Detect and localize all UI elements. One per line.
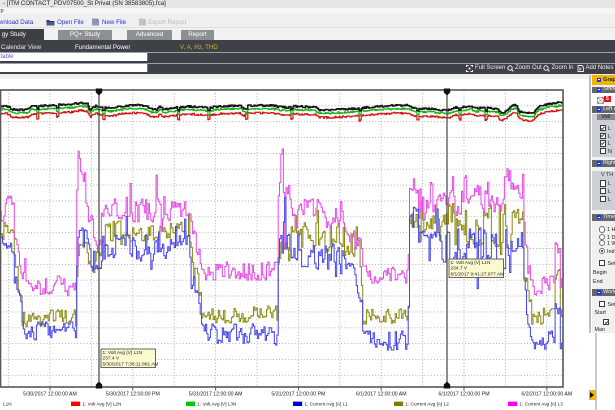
svg-text:5/30/2017 7:36:11.881 AM: 5/30/2017 7:36:11.881 AM xyxy=(103,361,159,367)
svg-text:6/1/2017 9:41:27.977 AM: 6/1/2017 9:41:27.977 AM xyxy=(451,271,505,277)
svg-text:L1N: L1N xyxy=(3,402,12,407)
svg-text:6/2/2017 12:00:00 AM: 6/2/2017 12:00:00 AM xyxy=(521,391,572,397)
svg-text:237.4 V: 237.4 V xyxy=(103,356,120,362)
svg-text:234.7 V: 234.7 V xyxy=(451,266,468,272)
svg-text:1: Volt Avg [V] L3N: 1: Volt Avg [V] L3N xyxy=(197,402,236,407)
svg-text:5/30/2017 12:00:00 PM: 5/30/2017 12:00:00 PM xyxy=(106,391,160,397)
svg-text:6/1/2017 12:00:00 PM: 6/1/2017 12:00:00 PM xyxy=(438,391,489,397)
svg-text:6/1/2017 12:00:00 AM: 6/1/2017 12:00:00 AM xyxy=(356,391,407,397)
svg-text:5/31/2017 12:00:00 PM: 5/31/2017 12:00:00 PM xyxy=(271,391,325,397)
svg-text:1: Volt Avg [V] L2N: 1: Volt Avg [V] L2N xyxy=(82,402,121,407)
svg-text:1: Current Avg [A] L2: 1: Current Avg [A] L2 xyxy=(405,402,449,407)
svg-text:1: Volt Avg [V] L1N: 1: Volt Avg [V] L1N xyxy=(451,260,491,266)
svg-text:1: Current Avg [A] L1: 1: Current Avg [A] L1 xyxy=(304,402,348,407)
svg-text:5/30/2017 12:00:00 AM: 5/30/2017 12:00:00 AM xyxy=(23,391,77,397)
svg-text:1: Volt Avg [V] L1N: 1: Volt Avg [V] L1N xyxy=(103,350,143,356)
svg-text:1: Current Avg [A] L3: 1: Current Avg [A] L3 xyxy=(519,402,563,407)
svg-text:5/31/2017 12:00:00 AM: 5/31/2017 12:00:00 AM xyxy=(189,391,243,397)
